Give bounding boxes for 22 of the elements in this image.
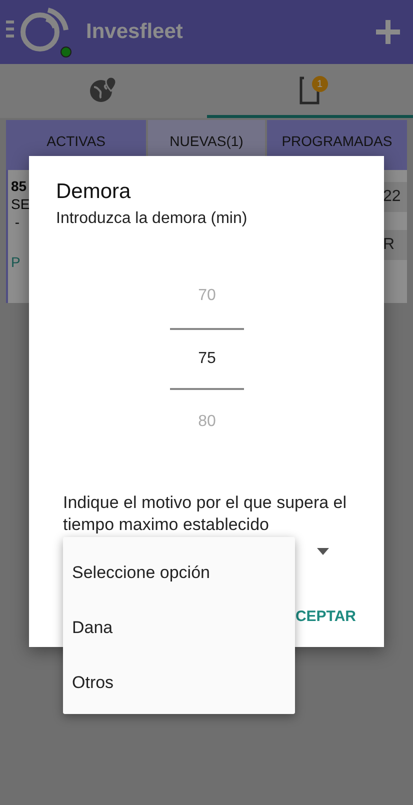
reason-prompt: Indique el motivo por el que supera el tiempo maximo establecido [63,492,348,536]
accept-button[interactable]: CEPTAR [293,606,358,627]
card-text: SE [11,196,31,212]
menu-item[interactable]: Seleccione opción [63,545,295,600]
picker-value[interactable]: 80 [170,402,244,442]
document-icon [298,74,322,104]
card-button[interactable]: R [383,230,407,260]
card-text: 22 [383,182,407,212]
menu-item[interactable]: Otros [63,655,295,710]
picker-value[interactable]: 70 [170,276,244,316]
app-title: Invesfleet [86,20,184,44]
globe-pin-icon [88,74,118,104]
menu-item[interactable]: Dana [63,600,295,655]
count-badge: 1 [312,76,328,92]
card-text: P [11,254,22,270]
card-text: 85 [11,178,28,194]
picker-value[interactable]: 75 [170,328,244,390]
add-icon[interactable] [375,19,401,45]
dropdown-arrow-icon[interactable] [317,548,329,555]
card-text: - [14,214,21,230]
dialog-subtitle: Introduzca la demora (min) [56,210,248,228]
dialog-title: Demora [56,180,132,204]
